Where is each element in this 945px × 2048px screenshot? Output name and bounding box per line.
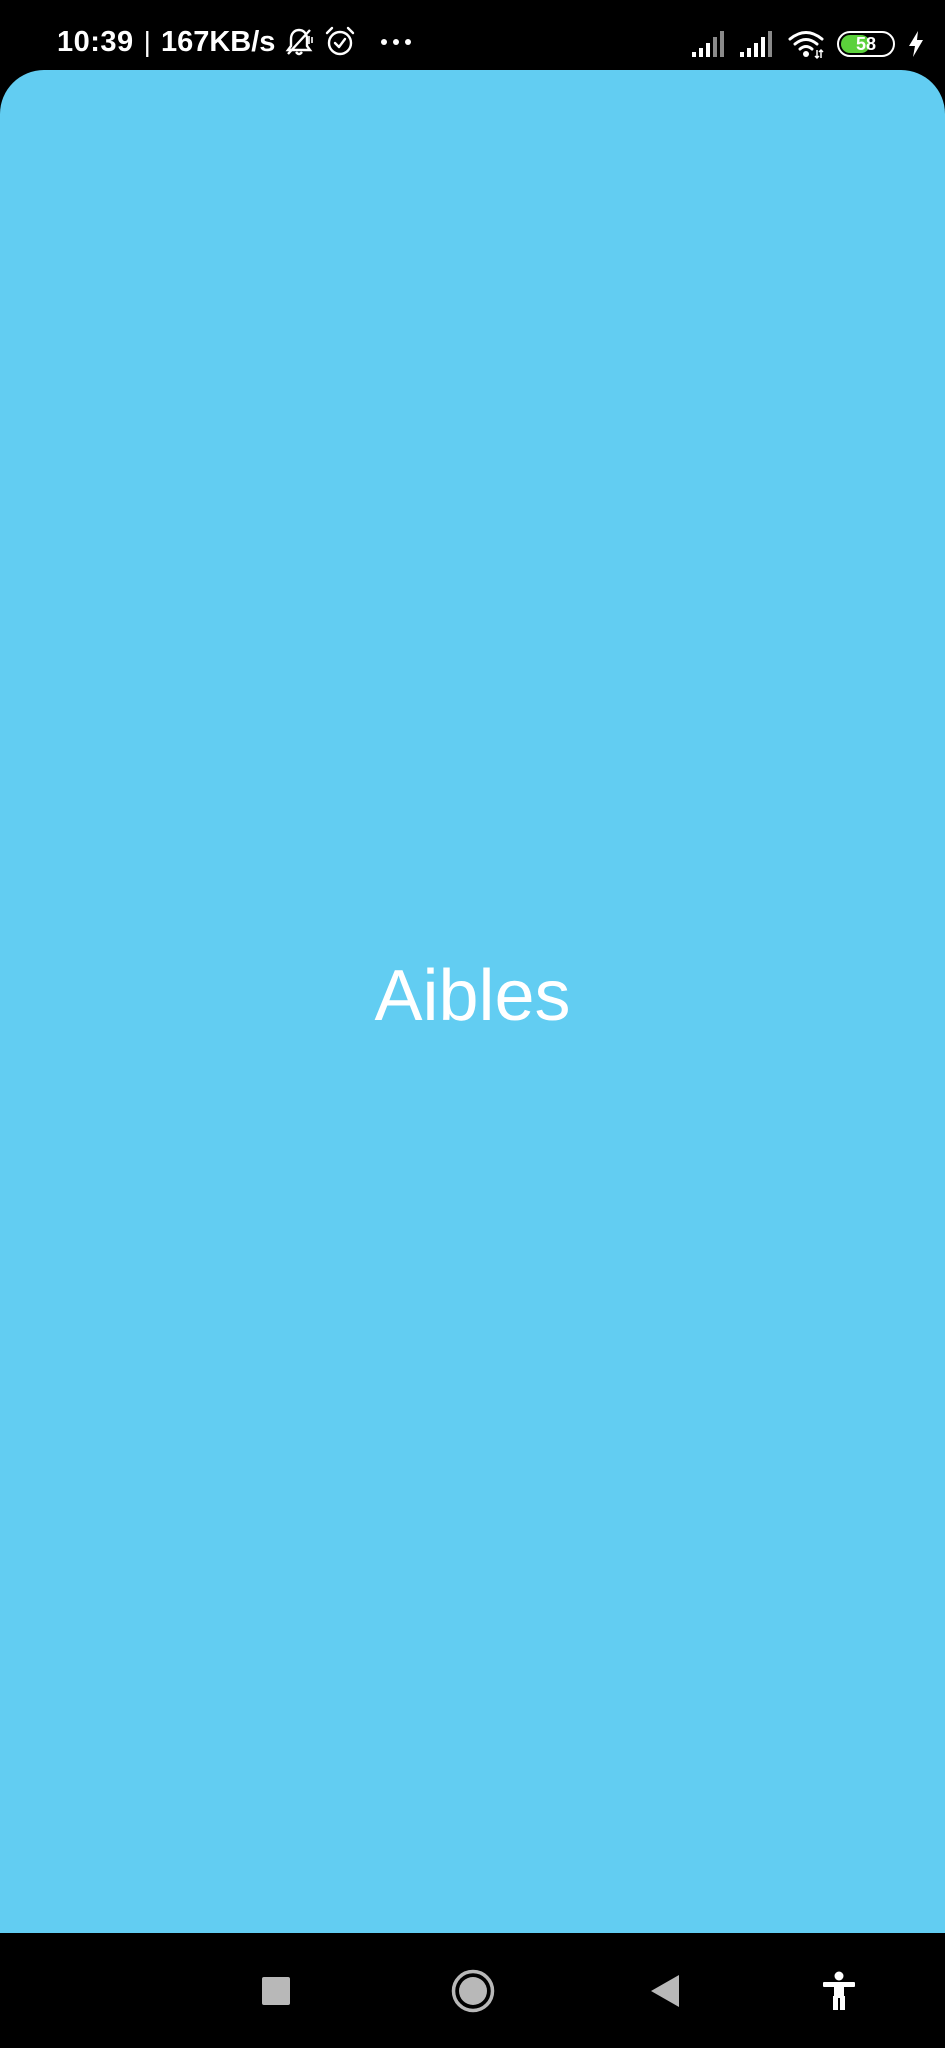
status-separator: | — [143, 26, 151, 57]
status-time: 10:39 — [57, 25, 134, 58]
more-dots-icon — [379, 37, 413, 47]
recents-button[interactable] — [248, 1963, 304, 2019]
bell-muted-icon — [283, 26, 315, 58]
navigation-bar — [0, 1933, 945, 2048]
back-button[interactable] — [637, 1963, 693, 2019]
network-speed: 167KB/s — [160, 25, 276, 58]
battery-level: 58 — [855, 34, 877, 54]
alarm-clock-icon — [323, 25, 357, 59]
signal-icon — [691, 30, 727, 58]
app-title: Aibles — [374, 956, 571, 1036]
device-screen: 10:39 | 167KB/s 58 Aibles — [0, 0, 945, 2048]
status-bar-right: 58 — [691, 24, 925, 64]
status-bar: 10:39 | 167KB/s 58 — [0, 0, 945, 70]
splash-screen: Aibles — [0, 70, 945, 1933]
wifi-icon — [787, 28, 825, 60]
accessibility-button[interactable] — [811, 1963, 867, 2019]
status-bar-left: 10:39 | 167KB/s — [57, 22, 413, 62]
battery-icon: 58 — [837, 31, 895, 57]
home-circle-icon — [450, 1968, 496, 2014]
signal-icon — [739, 30, 775, 58]
charging-bolt-icon — [907, 30, 925, 58]
back-triangle-icon — [649, 1974, 681, 2008]
home-button[interactable] — [445, 1963, 501, 2019]
accessibility-icon — [821, 1971, 857, 2011]
recents-square-icon — [261, 1976, 291, 2006]
